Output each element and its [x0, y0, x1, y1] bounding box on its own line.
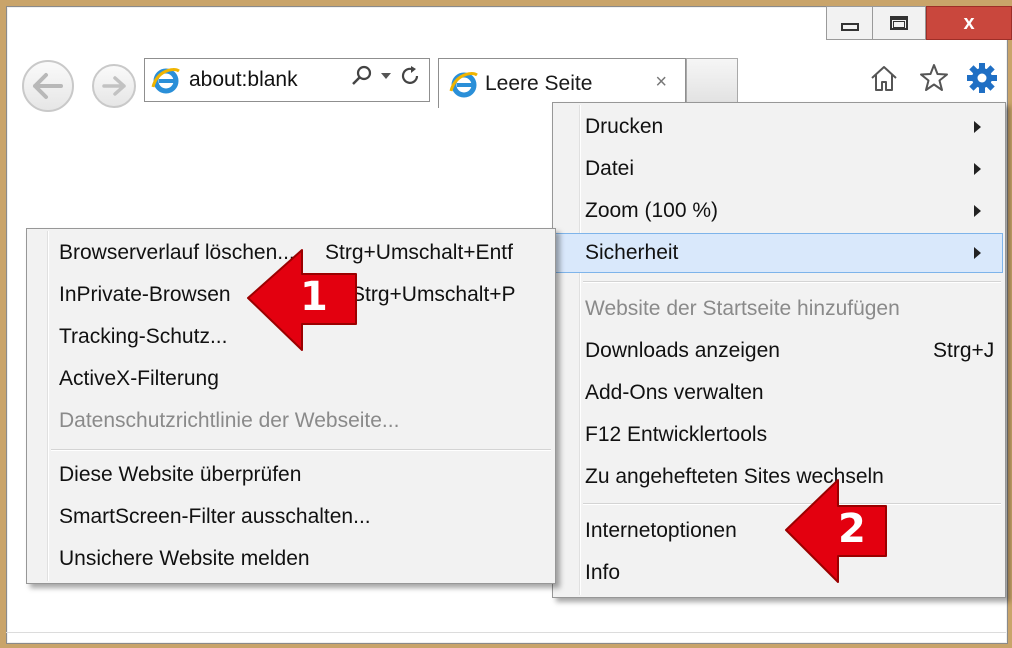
menu-item-downloads[interactable]: Downloads anzeigen Strg+J	[555, 331, 1003, 371]
menu-item-website-startseite: Website der Startseite hinzufügen	[585, 297, 900, 320]
favorites-button[interactable]	[916, 60, 952, 96]
tab-leere-seite[interactable]: Leere Seite ×	[438, 58, 686, 108]
refresh-icon[interactable]	[399, 65, 421, 87]
submenu-arrow-icon	[974, 163, 981, 175]
forward-button[interactable]	[92, 64, 136, 108]
tools-button[interactable]	[964, 60, 1000, 96]
tab-title: Leere Seite	[485, 71, 593, 95]
favorites-star-icon	[920, 64, 948, 91]
submenu-item-unsichere-website[interactable]: Unsichere Website melden	[29, 539, 553, 579]
close-icon: x	[963, 11, 975, 34]
submenu-arrow-icon	[974, 247, 981, 259]
menu-item-info[interactable]: Info	[555, 553, 1003, 593]
submenu-item-website-pruefen[interactable]: Diese Website überprüfen	[29, 455, 553, 495]
close-window-button[interactable]: x	[926, 6, 1012, 40]
dropdown-arrow-icon[interactable]	[381, 72, 391, 80]
submenu-item-datenschutz: Datenschutzrichtlinie der Webseite...	[59, 409, 400, 432]
url-text: about:blank	[189, 68, 298, 91]
bottom-divider	[6, 632, 1006, 633]
menu-item-addons[interactable]: Add-Ons verwalten	[555, 373, 1003, 413]
ie-logo-icon	[449, 71, 478, 97]
search-icon[interactable]	[351, 65, 373, 87]
menu-item-pinned-sites[interactable]: Zu angehefteten Sites wechseln	[555, 457, 1003, 497]
submenu-arrow-icon	[974, 205, 981, 217]
submenu-item-smartscreen[interactable]: SmartScreen-Filter ausschalten...	[29, 497, 553, 537]
submenu-arrow-icon	[974, 121, 981, 133]
maximize-icon	[890, 16, 908, 30]
callout-arrow-2	[785, 479, 887, 583]
menu-item-zoom[interactable]: Zoom (100 %)	[555, 191, 1003, 231]
tools-gear-icon	[967, 63, 997, 93]
menu-item-internetoptionen[interactable]: Internetoptionen	[555, 511, 1003, 551]
minimize-button[interactable]	[826, 6, 872, 40]
home-button[interactable]	[866, 60, 902, 96]
callout-number-2: 2	[838, 506, 866, 552]
submenu-item-activex[interactable]: ActiveX-Filterung	[29, 359, 553, 399]
minimize-icon	[840, 23, 859, 31]
home-icon	[871, 66, 897, 91]
callout-number-1: 1	[300, 274, 328, 320]
ie-logo-icon	[151, 68, 180, 94]
menu-item-sicherheit[interactable]: Sicherheit	[555, 233, 1003, 273]
forward-arrow-icon	[102, 76, 126, 96]
back-arrow-icon	[33, 73, 63, 99]
menu-item-drucken[interactable]: Drucken	[555, 107, 1003, 147]
menu-item-f12-tools[interactable]: F12 Entwicklertools	[555, 415, 1003, 455]
address-bar[interactable]: about:blank	[144, 58, 430, 102]
tools-menu: Drucken Datei Zoom (100 %) Sicherheit We…	[552, 102, 1006, 598]
maximize-button[interactable]	[872, 6, 926, 40]
back-button[interactable]	[22, 60, 74, 112]
tab-close-icon[interactable]: ×	[655, 71, 667, 94]
new-tab-button[interactable]	[686, 58, 738, 104]
menu-item-datei[interactable]: Datei	[555, 149, 1003, 189]
